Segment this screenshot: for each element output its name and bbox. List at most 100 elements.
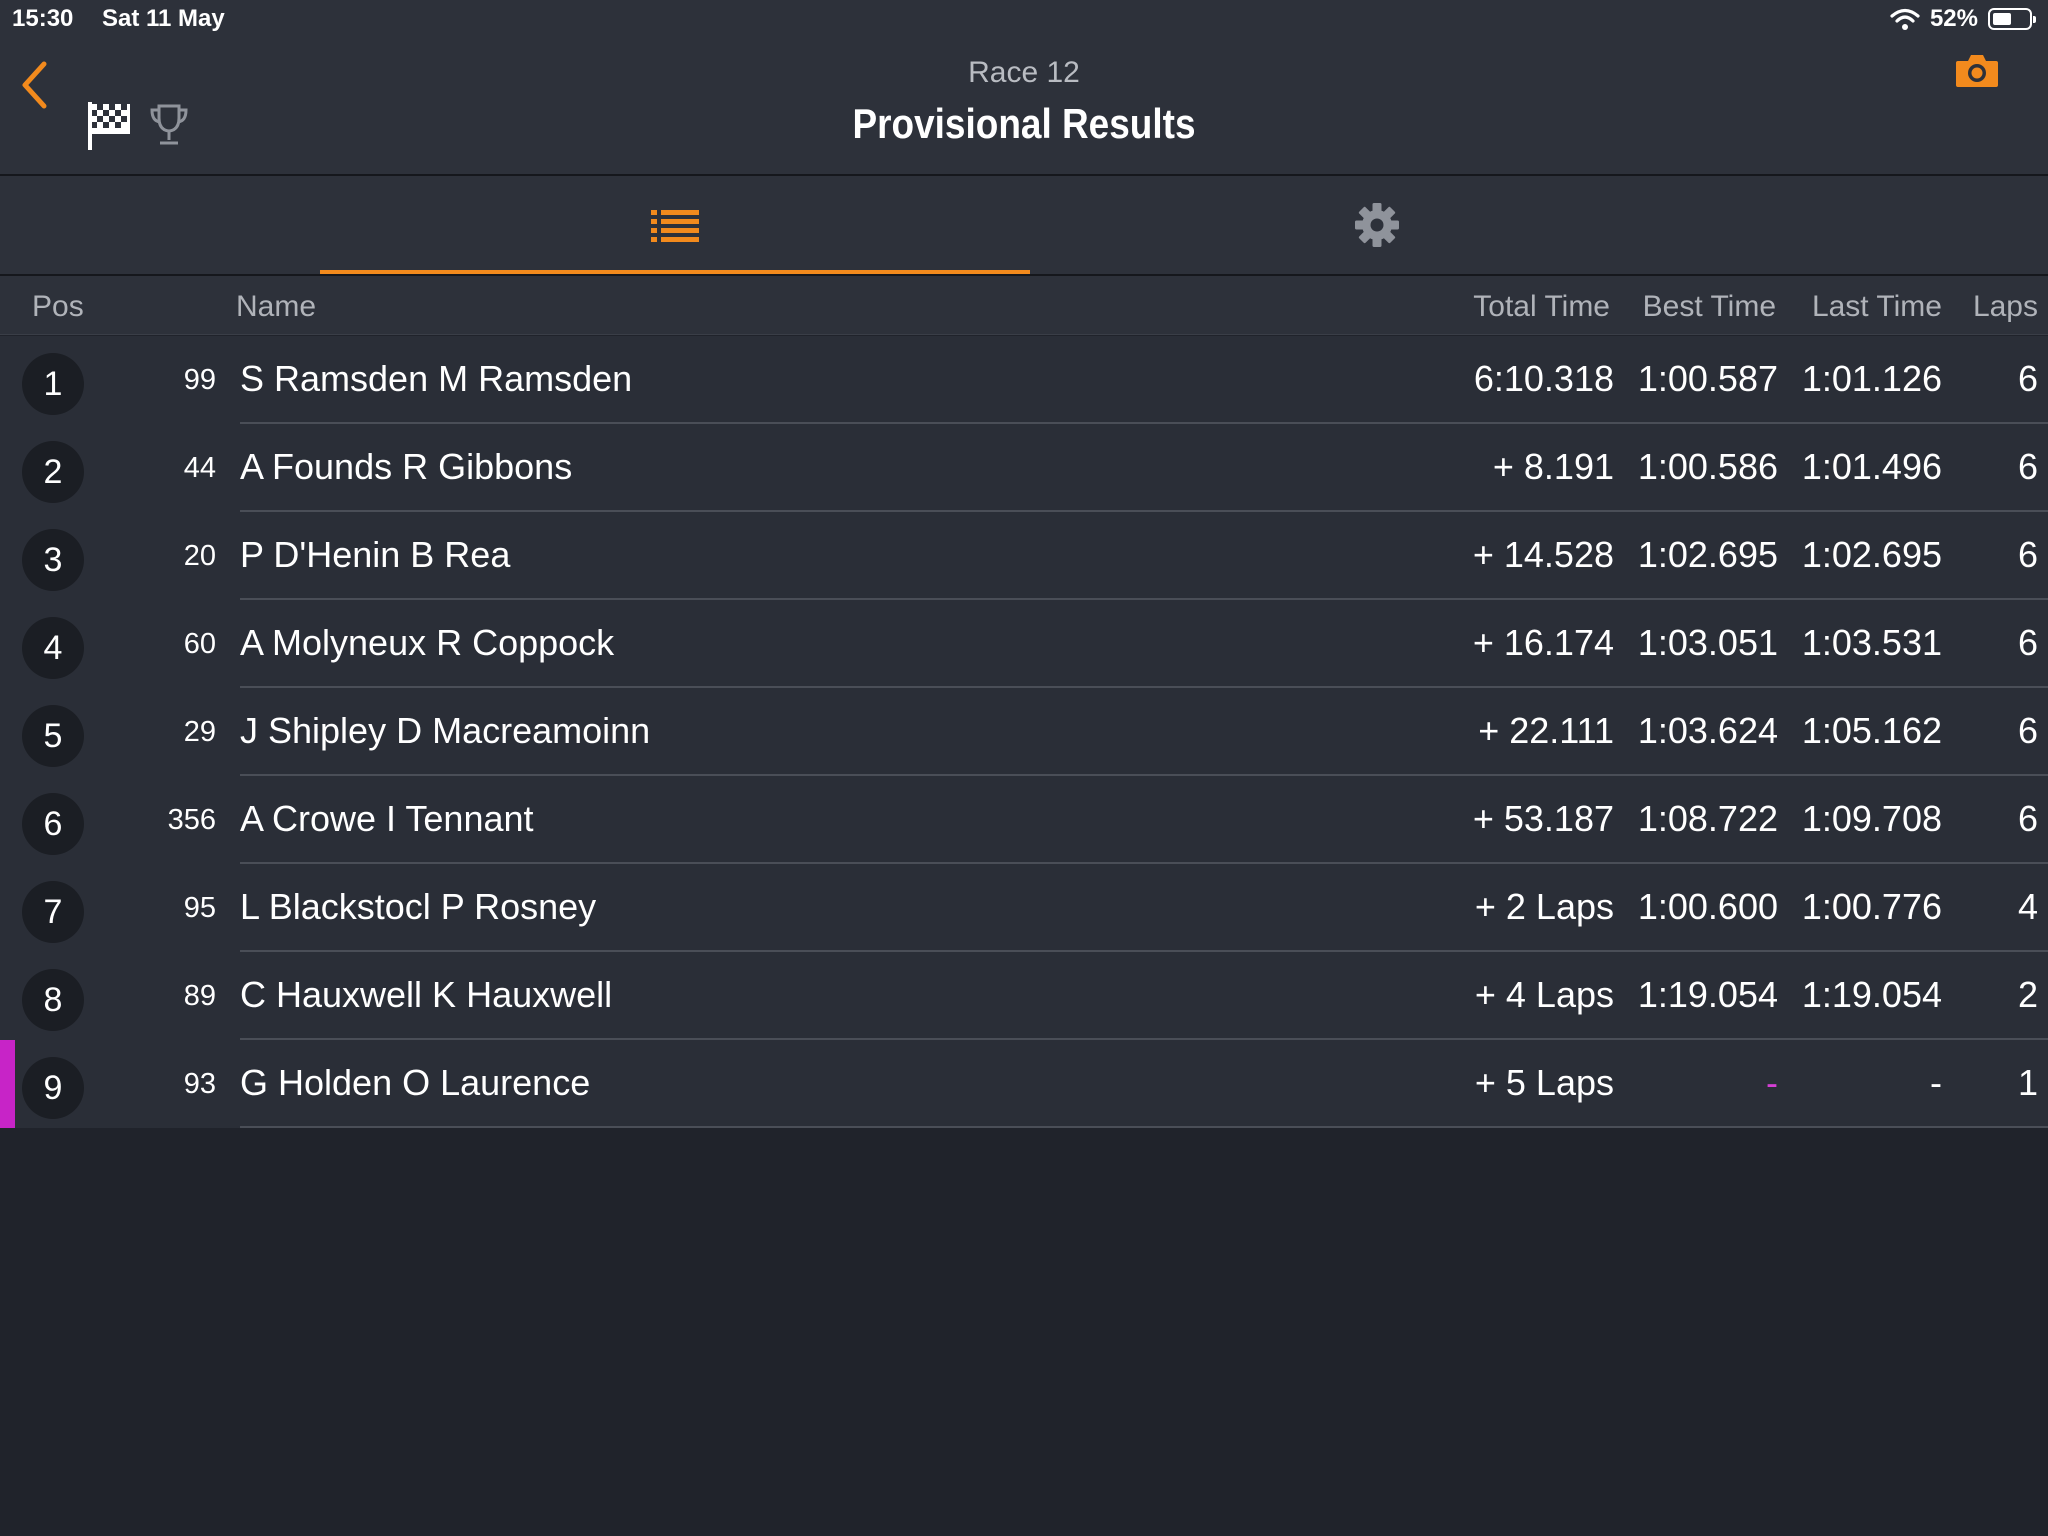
col-header-total-time: Total Time xyxy=(1473,290,1610,323)
competitor-number: 89 xyxy=(183,980,216,1012)
last-time: 1:00.776 xyxy=(1801,886,1942,927)
last-time: 1:01.126 xyxy=(1801,358,1942,399)
total-time: + 22.111 xyxy=(1478,710,1614,751)
competitor-name: J Shipley D Macreamoinn xyxy=(240,710,651,751)
table-row[interactable]: 9 93 G Holden O Laurence + 5 Laps - - 1 xyxy=(0,1040,2048,1128)
last-time: 1:05.162 xyxy=(1801,710,1942,751)
best-time: 1:08.722 xyxy=(1637,798,1778,839)
competitor-number: 29 xyxy=(183,716,216,748)
battery-icon xyxy=(1988,8,2036,30)
status-right: 52% xyxy=(1890,5,2036,33)
laps: 6 xyxy=(2017,622,2038,663)
competitor-number: 60 xyxy=(183,628,216,660)
col-header-best-time: Best Time xyxy=(1642,290,1776,323)
laps: 6 xyxy=(2017,710,2038,751)
position-badge: 5 xyxy=(22,705,84,767)
position-badge: 2 xyxy=(22,441,84,503)
camera-icon xyxy=(1956,55,1998,87)
total-time: + 2 Laps xyxy=(1474,886,1614,927)
competitor-number: 95 xyxy=(183,892,216,924)
best-time: 1:00.587 xyxy=(1637,358,1778,399)
laps: 6 xyxy=(2017,446,2038,487)
col-header-pos: Pos xyxy=(32,290,84,323)
results-list: 1 99 S Ramsden M Ramsden 6:10.318 1:00.587 1:… xyxy=(0,336,2048,1128)
competitor-number: 99 xyxy=(183,364,216,396)
laps: 1 xyxy=(2017,1062,2038,1103)
last-time: 1:02.695 xyxy=(1801,534,1942,575)
competitor-name: C Hauxwell K Hauxwell xyxy=(240,974,613,1015)
table-row[interactable]: 2 44 A Founds R Gibbons + 8.191 1:00.586 1:01… xyxy=(0,424,2048,512)
total-time: + 8.191 xyxy=(1492,446,1614,487)
active-tab-underline xyxy=(320,270,1030,274)
total-time: 6:10.318 xyxy=(1473,358,1614,399)
best-time: 1:03.624 xyxy=(1637,710,1778,751)
position-badge: 9 xyxy=(22,1057,84,1119)
last-time: 1:01.496 xyxy=(1801,446,1942,487)
status-bar: 15:30 Sat 11 May 52% xyxy=(0,0,2048,40)
total-time: + 16.174 xyxy=(1472,622,1614,663)
competitor-number: 93 xyxy=(183,1068,216,1100)
row-highlight-marker xyxy=(0,1040,15,1128)
laps: 4 xyxy=(2017,886,2038,927)
best-time: 1:02.695 xyxy=(1637,534,1778,575)
position-badge: 4 xyxy=(22,617,84,679)
last-time: - xyxy=(1930,1062,1942,1103)
competitor-name: A Crowe I Tennant xyxy=(240,798,534,839)
laps: 6 xyxy=(2017,798,2038,839)
competitor-name: S Ramsden M Ramsden xyxy=(240,358,633,399)
status-date: Sat 11 May xyxy=(102,5,225,32)
best-time: 1:00.586 xyxy=(1637,446,1778,487)
competitor-number: 44 xyxy=(183,452,216,484)
wifi-icon xyxy=(1890,8,1920,30)
list-icon xyxy=(651,210,699,242)
competitor-name: A Founds R Gibbons xyxy=(240,446,573,487)
competitor-name: L Blackstocl P Rosney xyxy=(240,886,597,927)
table-row[interactable]: 4 60 A Molyneux R Coppock + 16.174 1:03.051 1… xyxy=(0,600,2048,688)
competitor-number: 356 xyxy=(167,804,216,836)
tab-results-list[interactable] xyxy=(320,176,1030,274)
status-time: 15:30 xyxy=(12,5,74,32)
position-badge: 3 xyxy=(22,529,84,591)
best-time: 1:03.051 xyxy=(1637,622,1778,663)
total-time: + 53.187 xyxy=(1472,798,1614,839)
battery-percent: 52% xyxy=(1929,5,1978,32)
last-time: 1:09.708 xyxy=(1801,798,1942,839)
laps: 6 xyxy=(2017,358,2038,399)
laps: 2 xyxy=(2017,974,2038,1015)
competitor-name: A Molyneux R Coppock xyxy=(240,622,615,663)
last-time: 1:03.531 xyxy=(1801,622,1942,663)
results-table-header: Pos Name Total Time Best Time Last Time … xyxy=(0,276,2048,335)
table-row[interactable]: 1 99 S Ramsden M Ramsden 6:10.318 1:00.587 1:… xyxy=(0,336,2048,424)
last-time: 1:19.054 xyxy=(1801,974,1942,1015)
total-time: + 14.528 xyxy=(1472,534,1614,575)
row-divider xyxy=(240,1126,2048,1128)
col-header-name: Name xyxy=(236,290,317,323)
total-time: + 4 Laps xyxy=(1474,974,1614,1015)
tab-bar xyxy=(0,176,2048,276)
position-badge: 6 xyxy=(22,793,84,855)
navigation-header: Race 12 Provisional Results xyxy=(0,40,2048,176)
competitor-name: G Holden O Laurence xyxy=(240,1062,591,1103)
position-badge: 8 xyxy=(22,969,84,1031)
competitor-number: 20 xyxy=(183,540,216,572)
best-time: 1:00.600 xyxy=(1637,886,1778,927)
table-row[interactable]: 7 95 L Blackstocl P Rosney + 2 Laps 1:00.600… xyxy=(0,864,2048,952)
total-time: + 5 Laps xyxy=(1474,1062,1614,1103)
best-time: - xyxy=(1766,1062,1778,1103)
competitor-name: P D'Henin B Rea xyxy=(240,534,511,575)
race-subtitle: Race 12 xyxy=(968,56,1080,89)
col-header-last-time: Last Time xyxy=(1811,290,1942,323)
page-title: Provisional Results xyxy=(852,100,1196,147)
position-badge: 7 xyxy=(22,881,84,943)
tab-settings[interactable] xyxy=(1030,176,1724,274)
position-badge: 1 xyxy=(22,353,84,415)
laps: 6 xyxy=(2017,534,2038,575)
table-row[interactable]: 5 29 J Shipley D Macreamoinn + 22.111 1:03.6… xyxy=(0,688,2048,776)
table-row[interactable]: 3 20 P D'Henin B Rea + 14.528 1:02.695 1:02.6… xyxy=(0,512,2048,600)
table-row[interactable]: 6 356 A Crowe I Tennant + 53.187 1:08.722 1:0… xyxy=(0,776,2048,864)
camera-button[interactable] xyxy=(1954,52,2000,95)
table-row[interactable]: 8 89 C Hauxwell K Hauxwell + 4 Laps 1:19.054… xyxy=(0,952,2048,1040)
col-header-laps: Laps xyxy=(1972,290,2038,323)
best-time: 1:19.054 xyxy=(1637,974,1778,1015)
gear-icon xyxy=(1355,203,1399,247)
